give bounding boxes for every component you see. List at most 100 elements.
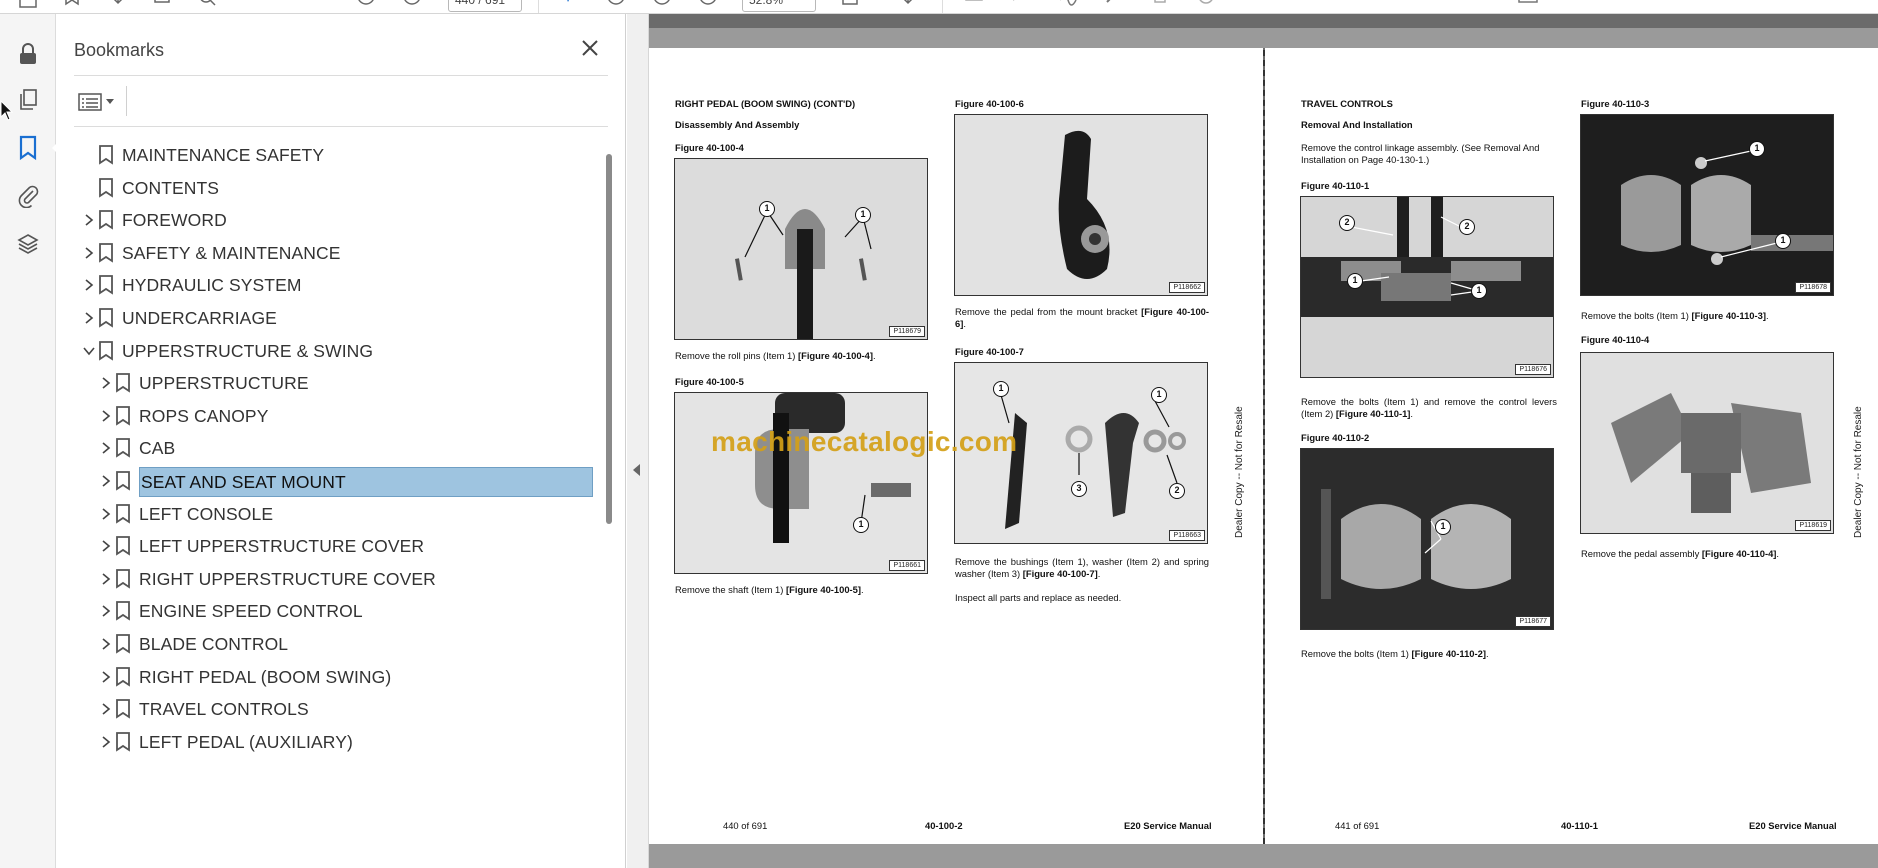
bookmark-item[interactable]: TRAVEL CONTROLS bbox=[74, 692, 594, 726]
close-icon[interactable] bbox=[578, 36, 602, 60]
bookmark-label: SAFETY & MAINTENANCE bbox=[122, 242, 341, 263]
bookmark-add-icon[interactable] bbox=[62, 0, 82, 10]
zoom-in-icon[interactable] bbox=[698, 0, 718, 10]
bookmark-item[interactable]: SAFETY & MAINTENANCE bbox=[74, 236, 594, 270]
bookmark-item[interactable]: LEFT CONSOLE bbox=[74, 497, 594, 531]
bookmark-label: LEFT CONSOLE bbox=[139, 503, 274, 524]
panel-splitter[interactable] bbox=[627, 14, 649, 868]
bookmark-item[interactable]: ROPS CANOPY bbox=[74, 399, 594, 433]
bookmark-label: BLADE CONTROL bbox=[139, 634, 289, 654]
bookmark-label: TRAVEL CONTROLS bbox=[139, 699, 309, 720]
bookmark-options-button[interactable] bbox=[74, 88, 118, 116]
figure-label: Figure 40-110-1 bbox=[1301, 180, 1370, 191]
bookmark-item[interactable]: BLADE CONTROL bbox=[74, 627, 594, 661]
bookmark-item[interactable]: UPPERSTRUCTURE & SWING bbox=[74, 334, 594, 368]
comment-icon[interactable] bbox=[964, 0, 984, 10]
figure-caption: Remove the bolts (Item 1) [Figure 40-110… bbox=[1581, 310, 1769, 321]
chevron-right-icon[interactable] bbox=[99, 474, 113, 488]
bookmark-icon[interactable] bbox=[8, 128, 58, 168]
figure-40-100-6: P118662 bbox=[954, 114, 1208, 296]
zoom-field[interactable]: 52.8% bbox=[742, 0, 816, 12]
share-icon[interactable] bbox=[108, 0, 128, 10]
bookmark-label: UPPERSTRUCTURE & SWING bbox=[122, 340, 374, 361]
bookmark-item[interactable]: LEFT UPPERSTRUCTURE COVER bbox=[74, 529, 594, 563]
figure-caption: Remove the bushings (Item 1), washer (It… bbox=[955, 556, 1209, 579]
chevron-right-icon[interactable] bbox=[99, 539, 113, 553]
bookmark-item[interactable]: UNDERCARRIAGE bbox=[74, 301, 594, 335]
bookmark-icon bbox=[116, 438, 130, 459]
figure-caption: Remove the shaft (Item 1) [Figure 40-100… bbox=[675, 584, 864, 595]
chevron-right-icon[interactable] bbox=[99, 702, 113, 716]
chevron-right-icon[interactable] bbox=[99, 637, 113, 651]
zoom-out-icon[interactable] bbox=[652, 0, 672, 10]
select-cursor-icon[interactable] bbox=[560, 0, 580, 10]
attachment-icon[interactable] bbox=[8, 176, 48, 216]
bookmark-item[interactable]: RIGHT UPPERSTRUCTURE COVER bbox=[74, 562, 594, 596]
bookmark-label: ENGINE SPEED CONTROL bbox=[139, 601, 363, 622]
chevron-right-icon[interactable] bbox=[99, 670, 113, 684]
account-icon[interactable] bbox=[1474, 0, 1494, 10]
bookmark-label: SEAT AND SEAT MOUNT bbox=[139, 467, 593, 497]
edit-icon[interactable] bbox=[1104, 0, 1124, 10]
rotate-icon[interactable] bbox=[1196, 0, 1216, 10]
pedal-illustration bbox=[955, 115, 1207, 295]
figure-caption: Remove the pedal assembly [Figure 40-110… bbox=[1581, 548, 1780, 559]
bookmark-item[interactable]: UPPERSTRUCTURE bbox=[74, 366, 594, 400]
bookmark-item[interactable]: SEAT AND SEAT MOUNT bbox=[74, 464, 594, 498]
bookmark-item[interactable]: RIGHT PEDAL (BOOM SWING) bbox=[74, 660, 594, 694]
bookmark-label: UNDERCARRIAGE bbox=[122, 308, 277, 328]
callout-1: 1 bbox=[993, 381, 1009, 397]
bookmark-item[interactable]: FOREWORD bbox=[74, 203, 594, 237]
layers-icon[interactable] bbox=[8, 224, 48, 264]
bookmark-item[interactable]: MAINTENANCE SAFETY bbox=[74, 138, 594, 172]
bookmarks-scrollbar[interactable] bbox=[606, 154, 612, 524]
page-footer-code: 40-100-2 bbox=[925, 820, 963, 831]
scroll-mode-icon[interactable] bbox=[898, 0, 918, 10]
fit-page-icon[interactable] bbox=[840, 0, 860, 10]
chevron-right-icon[interactable] bbox=[82, 311, 96, 325]
bookmark-item[interactable]: ENGINE SPEED CONTROL bbox=[74, 594, 594, 628]
bookmark-label: ROPS CANOPY bbox=[139, 405, 269, 426]
hand-tool-icon[interactable] bbox=[606, 0, 626, 10]
lock-icon[interactable] bbox=[8, 34, 48, 74]
shaft-illustration bbox=[675, 393, 927, 573]
bookmark-icon bbox=[99, 210, 113, 230]
bookmark-item[interactable]: LEFT PEDAL (AUXILIARY) bbox=[74, 725, 594, 759]
figure-40-110-2: 1 P118677 bbox=[1300, 448, 1554, 630]
chevron-right-icon[interactable] bbox=[99, 441, 113, 455]
sign-icon[interactable] bbox=[1058, 0, 1078, 10]
dealer-copy-text: Dealer Copy -- Not for Resale bbox=[1853, 406, 1864, 538]
page-footer-manual: E20 Service Manual bbox=[1749, 820, 1837, 831]
bookmark-icon bbox=[116, 634, 130, 654]
page-up-icon[interactable] bbox=[356, 0, 376, 10]
chevron-down-icon[interactable] bbox=[82, 344, 96, 358]
chevron-right-icon[interactable] bbox=[82, 278, 96, 292]
list-options-icon bbox=[78, 93, 102, 111]
page-number-field[interactable]: 440 / 691 bbox=[448, 0, 522, 12]
bookmark-icon bbox=[116, 373, 130, 393]
chevron-right-icon[interactable] bbox=[82, 246, 96, 260]
bookmark-item[interactable]: CONTENTS bbox=[74, 171, 594, 205]
chevron-right-icon[interactable] bbox=[99, 507, 113, 521]
page-down-icon[interactable] bbox=[402, 0, 422, 10]
bookmark-item[interactable]: CAB bbox=[74, 431, 594, 465]
print-icon[interactable] bbox=[152, 0, 172, 10]
chevron-right-icon[interactable] bbox=[82, 213, 96, 227]
sidebar-toggle-icon[interactable] bbox=[18, 0, 38, 10]
chevron-right-icon[interactable] bbox=[99, 735, 113, 749]
bookmark-item[interactable]: HYDRAULIC SYSTEM bbox=[74, 268, 594, 302]
figure-caption: Remove the roll pins (Item 1) [Figure 40… bbox=[675, 350, 876, 361]
highlight-icon[interactable] bbox=[1010, 0, 1030, 10]
collapse-arrow-icon[interactable] bbox=[633, 464, 640, 476]
delete-icon[interactable] bbox=[1150, 0, 1170, 10]
document-view[interactable]: RIGHT PEDAL (BOOM SWING) (CONT'D) Disass… bbox=[649, 14, 1878, 868]
chevron-right-icon[interactable] bbox=[99, 572, 113, 586]
search-icon[interactable] bbox=[198, 0, 218, 10]
chevron-right-icon[interactable] bbox=[99, 376, 113, 390]
toolbar-divider bbox=[538, 0, 539, 13]
chevron-right-icon[interactable] bbox=[99, 604, 113, 618]
photo-tag: P118619 bbox=[1795, 520, 1831, 531]
pages-icon[interactable] bbox=[8, 80, 48, 120]
mail-icon[interactable] bbox=[1518, 0, 1538, 10]
chevron-right-icon[interactable] bbox=[99, 409, 113, 423]
